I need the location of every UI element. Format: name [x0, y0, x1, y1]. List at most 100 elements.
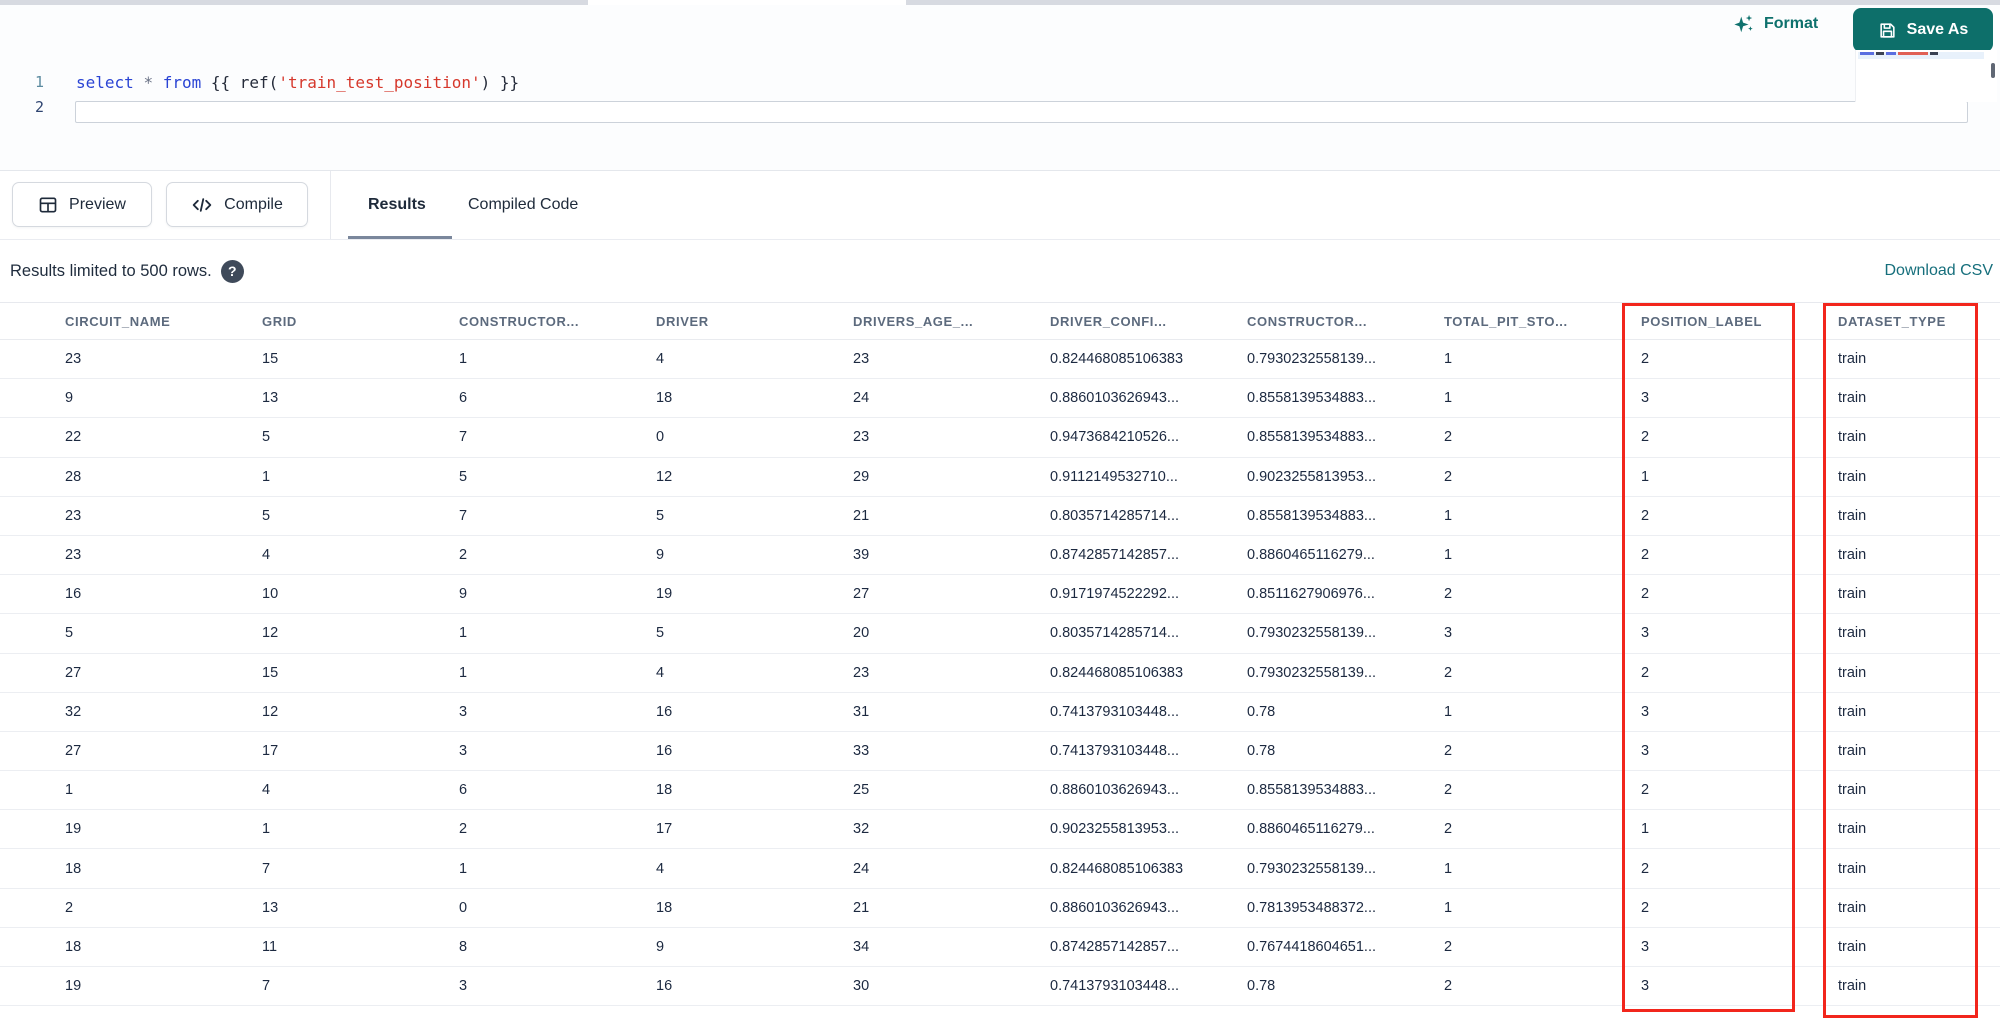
table-cell: 3	[1641, 625, 1650, 642]
active-line-cursor-box[interactable]	[75, 101, 1968, 123]
table-cell: train	[1838, 429, 1867, 446]
table-cell: 9	[65, 390, 74, 407]
table-cell: 2	[1444, 938, 1453, 955]
compile-button[interactable]: Compile	[166, 182, 308, 227]
preview-button[interactable]: Preview	[12, 182, 152, 227]
table-cell: 1	[459, 625, 468, 642]
format-button[interactable]: Format	[1733, 13, 1818, 35]
column-header: CONSTRUCTOR...	[459, 313, 580, 329]
table-cell: 1	[459, 860, 468, 877]
table-cell: 30	[853, 978, 870, 995]
line-number-gutter: 1 2	[0, 70, 44, 120]
table-cell: 2	[1641, 860, 1650, 877]
table-cell: 18	[656, 899, 673, 916]
table-cell: 0.8558139534883...	[1247, 429, 1377, 446]
table-cell: 0.7674418604651...	[1247, 938, 1377, 955]
table-cell: train	[1838, 703, 1867, 720]
table-cell: 0.9473684210526...	[1050, 429, 1180, 446]
column-header: TOTAL_PIT_STO...	[1444, 313, 1568, 329]
table-cell: 4	[262, 547, 271, 564]
table-row: 1 4 6 18 25 0.8860103626943... 0.8558139534883…	[0, 771, 2000, 811]
table-cell: 39	[853, 547, 870, 564]
table-cell: 3	[1641, 978, 1650, 995]
sql-editor[interactable]: 1 2 select * from {{ ref('train_test_pos…	[0, 5, 2000, 171]
table-cell: 2	[1641, 351, 1650, 368]
results-limit-text: Results limited to 500 rows.	[10, 261, 212, 280]
save-as-button[interactable]: Save As	[1853, 8, 1993, 52]
table-cell: 3	[1641, 938, 1650, 955]
code-token: from	[162, 73, 202, 92]
table-cell: 6	[459, 390, 468, 407]
table-cell: train	[1838, 978, 1867, 995]
results-info-row: Results limited to 500 rows. ? Download …	[0, 240, 2000, 302]
table-cell: 1	[1641, 468, 1650, 485]
table-cell: 12	[656, 468, 673, 485]
results-toolbar: Preview Compile Results Compiled Code	[0, 171, 2000, 240]
table-cell: 2	[1444, 586, 1453, 603]
table-cell: 2	[1641, 507, 1650, 524]
table-cell: 7	[459, 429, 468, 446]
minimap-scroll-indicator[interactable]	[1991, 63, 1995, 78]
table-cell: 0.8558139534883...	[1247, 782, 1377, 799]
table-cell: 0.8035714285714...	[1050, 625, 1180, 642]
table-cell: 3	[1444, 625, 1453, 642]
table-cell: 4	[656, 351, 665, 368]
table-cell: 0.9023255813953...	[1247, 468, 1377, 485]
table-cell: 0.8742857142857...	[1050, 547, 1180, 564]
table-cell: 2	[1641, 664, 1650, 681]
table-cell: 1	[262, 821, 271, 838]
column-header: POSITION_LABEL	[1641, 313, 1763, 329]
table-cell: 5	[459, 468, 468, 485]
help-icon[interactable]: ?	[220, 259, 244, 283]
table-cell: 2	[1444, 742, 1453, 759]
table-cell: 0.9023255813953...	[1050, 821, 1180, 838]
table-cell: 3	[1641, 703, 1650, 720]
column-header: DRIVERS_AGE_...	[853, 313, 974, 329]
table-cell: 22	[65, 429, 82, 446]
table-cell: 27	[853, 586, 870, 603]
table-row: 23 4 2 9 39 0.8742857142857... 0.8860465116279…	[0, 536, 2000, 576]
column-header: DRIVER	[656, 313, 709, 329]
table-cell: 7	[262, 978, 271, 995]
table-cell: 4	[262, 782, 271, 799]
table-cell: 16	[656, 978, 673, 995]
table-cell: 3	[459, 742, 468, 759]
table-cell: 15	[262, 351, 279, 368]
download-csv-link[interactable]: Download CSV	[1885, 240, 1994, 302]
table-cell: 0.7930232558139...	[1247, 351, 1377, 368]
table-cell: 23	[65, 351, 82, 368]
table-cell: 0.78	[1247, 703, 1276, 720]
tab-results[interactable]: Results	[368, 171, 426, 239]
compile-label: Compile	[224, 195, 283, 213]
table-cell: 2	[1641, 586, 1650, 603]
table-cell: 27	[65, 664, 82, 681]
table-cell: 1	[1444, 390, 1453, 407]
table-cell: 21	[853, 507, 870, 524]
table-cell: 7	[262, 860, 271, 877]
table-cell: 0.8742857142857...	[1050, 938, 1180, 955]
table-cell: 1	[459, 351, 468, 368]
sparkles-icon	[1733, 13, 1755, 35]
table-cell: 0.824468085106383	[1050, 860, 1184, 877]
table-cell: 0.8860103626943...	[1050, 390, 1180, 407]
table-cell: 2	[1641, 429, 1650, 446]
table-row: 18 11 8 9 34 0.8742857142857... 0.767441860465…	[0, 928, 2000, 967]
table-cell: 0.9171974522292...	[1050, 586, 1180, 603]
table-row: 22 5 7 0 23 0.9473684210526... 0.8558139534883…	[0, 418, 2000, 458]
editor-minimap[interactable]	[1855, 50, 1997, 102]
code-line-1[interactable]: select * from {{ ref('train_test_positio…	[76, 70, 519, 95]
column-header: GRID	[262, 313, 297, 329]
table-row: 27 17 3 16 33 0.7413793103448... 0.78 2 3 train	[0, 732, 2000, 772]
table-cell: 4	[656, 664, 665, 681]
table-cell: 1	[1444, 899, 1453, 916]
table-cell: 18	[65, 938, 82, 955]
table-row: 2 13 0 18 21 0.8860103626943... 0.781395348837…	[0, 889, 2000, 928]
table-row: 5 12 1 5 20 0.8035714285714... 0.7930232558139…	[0, 614, 2000, 654]
tab-compiled-code[interactable]: Compiled Code	[468, 171, 578, 239]
column-header: DRIVER_CONFI...	[1050, 313, 1167, 329]
table-cell: 27	[65, 742, 82, 759]
table-cell: train	[1838, 351, 1867, 368]
table-cell: 0.8860103626943...	[1050, 782, 1180, 799]
table-cell: train	[1838, 938, 1867, 955]
